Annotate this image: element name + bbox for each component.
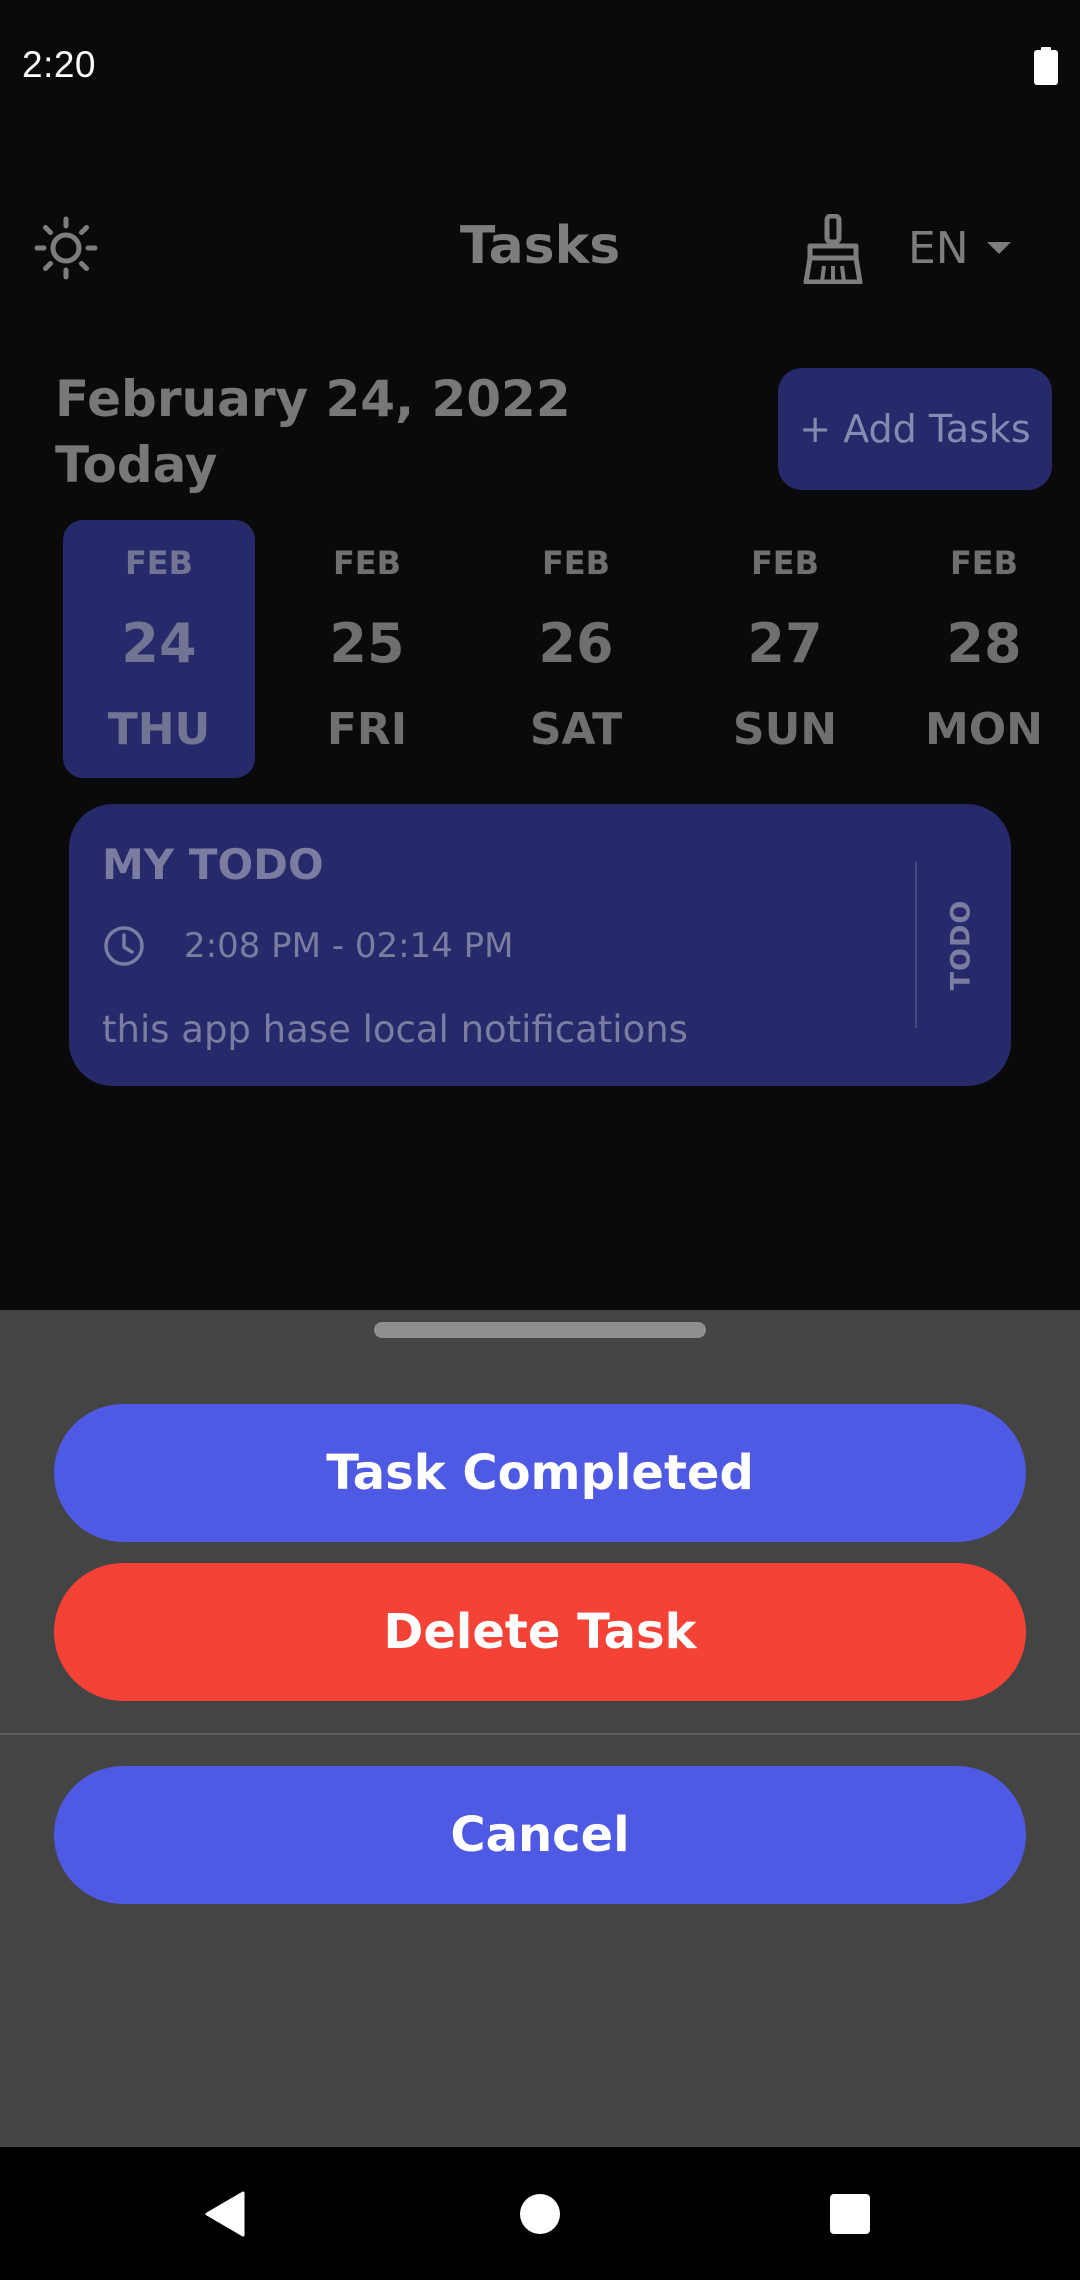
date-day: 28 <box>946 612 1022 675</box>
relative-date: Today <box>55 436 218 494</box>
date-day: 25 <box>329 612 405 675</box>
add-tasks-button[interactable]: + Add Tasks <box>778 368 1052 490</box>
date-weekday: SAT <box>529 704 623 755</box>
sheet-divider <box>0 1733 1080 1735</box>
date-weekday: THU <box>107 704 211 755</box>
date-item-feb-25[interactable]: FEB 25 FRI <box>271 520 463 778</box>
date-heading: February 24, 2022 Today <box>55 366 571 498</box>
language-label: EN <box>908 222 969 274</box>
current-date: February 24, 2022 <box>55 370 571 428</box>
date-item-feb-24[interactable]: FEB 24 THU <box>63 520 255 778</box>
task-divider <box>915 862 917 1028</box>
date-picker-strip: FEB 24 THU FEB 25 FRI FEB 26 SAT FEB 27 … <box>0 520 1080 778</box>
status-time: 2:20 <box>22 44 97 85</box>
date-weekday: MON <box>924 704 1043 755</box>
broom-icon[interactable] <box>800 214 866 284</box>
date-day: 27 <box>747 612 823 675</box>
date-day: 26 <box>538 612 614 675</box>
date-day: 24 <box>121 612 197 675</box>
task-title: MY TODO <box>102 840 324 889</box>
date-month: FEB <box>949 544 1019 582</box>
status-bar: 2:20 <box>0 0 1080 135</box>
task-card[interactable]: MY TODO 2:08 PM - 02:14 PM this app hase… <box>69 804 1011 1086</box>
date-month: FEB <box>332 544 402 582</box>
task-status-label: TODO <box>945 899 977 991</box>
date-item-feb-27[interactable]: FEB 27 SUN <box>689 520 881 778</box>
date-item-feb-28[interactable]: FEB 28 MON <box>888 520 1080 778</box>
language-select[interactable]: EN <box>908 218 1013 278</box>
date-weekday: FRI <box>326 704 408 755</box>
recents-square-icon <box>830 2194 870 2234</box>
nav-recents-button[interactable] <box>807 2171 893 2257</box>
nav-home-button[interactable] <box>497 2171 583 2257</box>
battery-icon <box>1034 47 1058 85</box>
clock-icon <box>104 926 144 966</box>
action-sheet: Task Completed Delete Task Cancel <box>0 1310 1080 2147</box>
caret-down-icon <box>986 242 1011 254</box>
task-time-range: 2:08 PM - 02:14 PM <box>184 926 514 966</box>
date-month: FEB <box>124 544 194 582</box>
system-nav-bar <box>0 2147 1080 2280</box>
date-weekday: SUN <box>732 704 838 755</box>
date-month: FEB <box>541 544 611 582</box>
nav-back-button[interactable] <box>182 2171 268 2257</box>
home-circle-icon <box>520 2194 560 2234</box>
date-item-feb-26[interactable]: FEB 26 SAT <box>480 520 672 778</box>
task-completed-button[interactable]: Task Completed <box>54 1404 1026 1542</box>
sheet-drag-handle[interactable] <box>374 1322 706 1338</box>
delete-task-button[interactable]: Delete Task <box>54 1563 1026 1701</box>
task-note: this app hase local notifications <box>102 1008 688 1051</box>
cancel-button[interactable]: Cancel <box>54 1766 1026 1904</box>
date-month: FEB <box>750 544 820 582</box>
app-header: Tasks EN <box>0 200 1080 300</box>
back-triangle-icon <box>205 2191 245 2237</box>
